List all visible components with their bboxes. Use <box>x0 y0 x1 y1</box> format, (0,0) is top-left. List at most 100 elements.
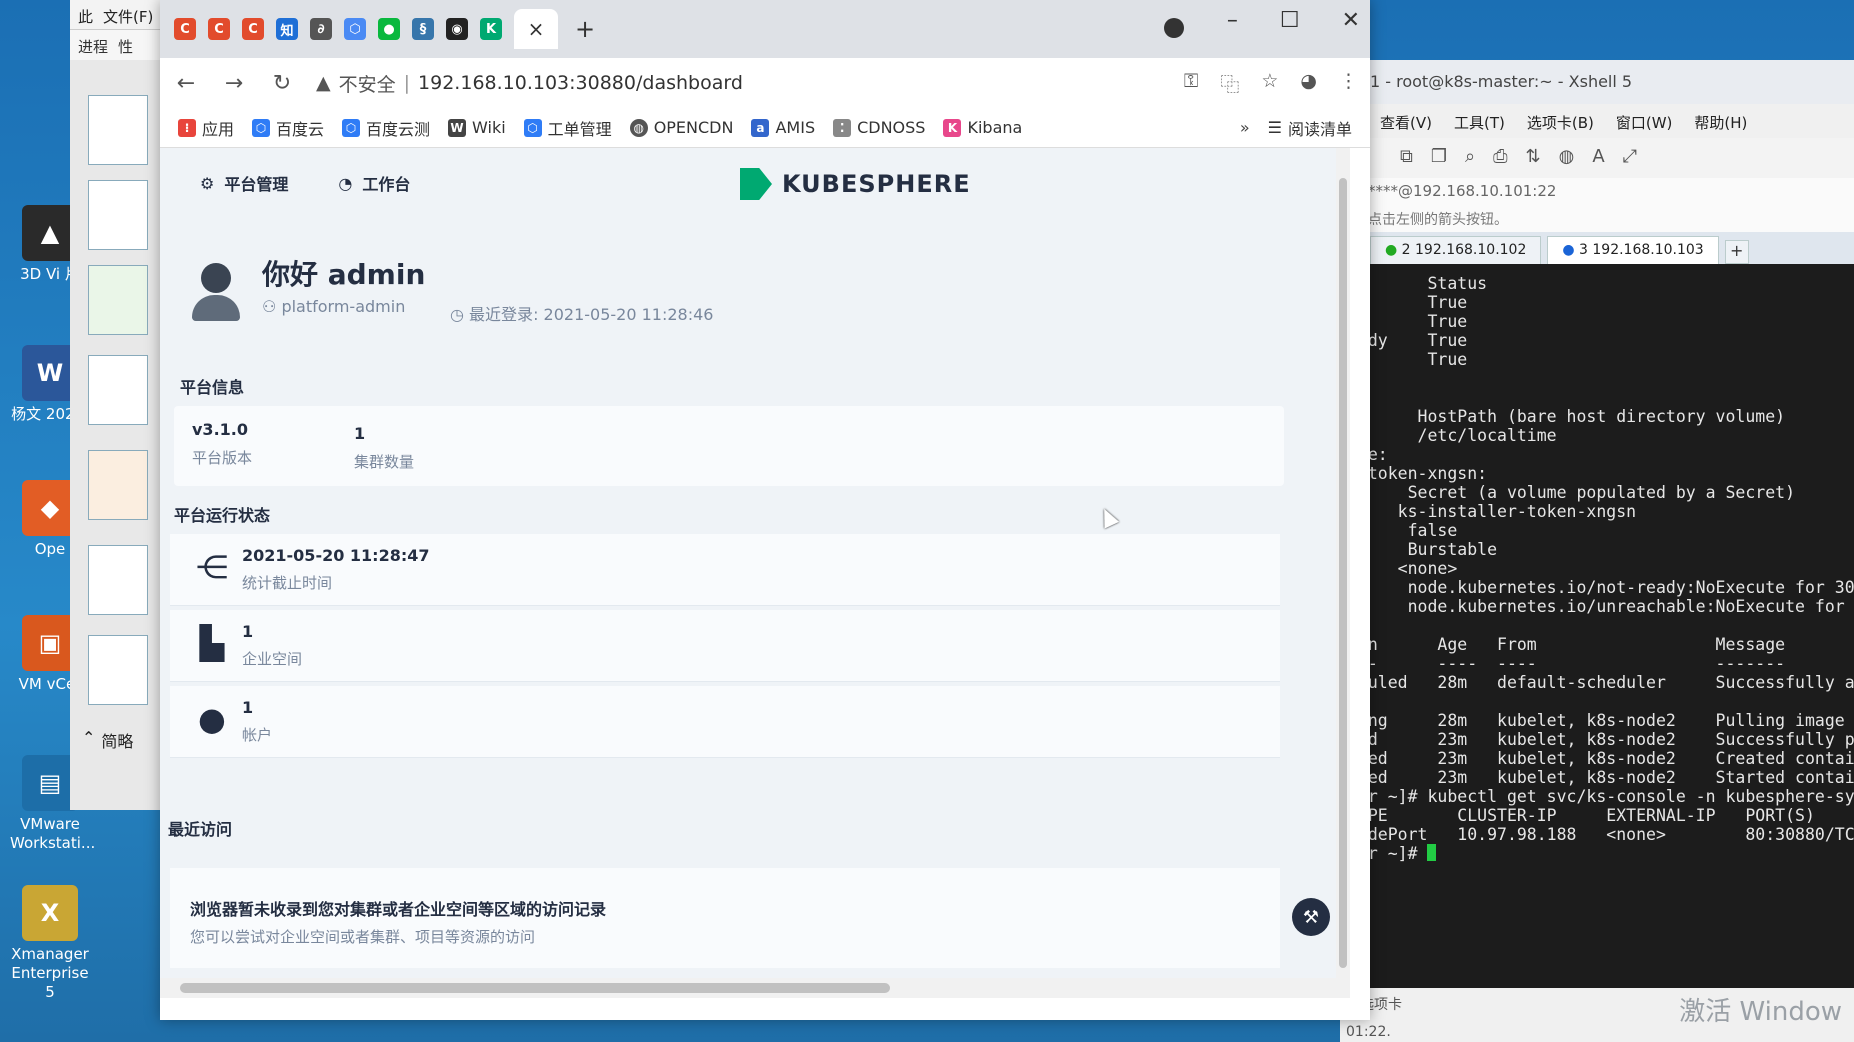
performance-mini-graph[interactable] <box>88 635 148 705</box>
reading-list-button[interactable]: ☰ 阅读清单 <box>1268 116 1352 140</box>
star-icon[interactable]: ☆ <box>1261 70 1278 97</box>
horizontal-scrollbar[interactable] <box>160 978 1350 998</box>
favicon-github-icon[interactable]: ◉ <box>446 18 468 40</box>
bookmark-ticket[interactable]: ⬡ 工单管理 <box>523 116 612 140</box>
bookmarks-overflow-button[interactable]: » <box>1240 118 1250 137</box>
kubesphere-logo-icon <box>740 168 772 200</box>
favicon-python-icon[interactable]: § <box>412 18 434 40</box>
transfer-icon[interactable]: ⇅ <box>1526 146 1541 170</box>
bookmark-opencdn[interactable]: ◍ OPENCDN <box>629 118 733 137</box>
dashboard-icon: ◔ <box>338 173 353 193</box>
nav-platform-management[interactable]: ⚙ 平台管理 <box>200 171 288 195</box>
avatar[interactable] <box>190 263 242 323</box>
bookmark-amis[interactable]: a AMIS <box>751 118 815 137</box>
menu-item[interactable]: 文件(F) <box>103 6 153 26</box>
help-button[interactable]: ⚒ <box>1292 898 1330 936</box>
menu-tools[interactable]: 工具(T) <box>1454 112 1505 132</box>
bookmark-cdnoss[interactable]: ⁚ CDNOSS <box>833 118 925 137</box>
browser-window[interactable]: C C C 知 ∂ ⬡ ● § ◉ K × + – ☐ ✕ ← → ↻ ▲ 不安… <box>160 0 1370 1020</box>
menu-window[interactable]: 窗口(W) <box>1616 112 1673 132</box>
bookmark-baiduyun-test[interactable]: ⬡ 百度云测 <box>342 116 430 140</box>
collapse-toggle[interactable]: ⌃ 简略 <box>82 728 133 752</box>
status-row-accounts[interactable]: ● 1 帐户 <box>170 686 1280 758</box>
kubesphere-logo[interactable]: KUBESPHERE <box>740 168 971 200</box>
menu-tabs[interactable]: 选项卡(B) <box>1527 112 1594 132</box>
favicon-c-icon[interactable]: C <box>174 18 196 40</box>
bookmark-kibana[interactable]: K Kibana <box>943 118 1022 137</box>
globe-icon[interactable]: ◍ <box>1559 146 1575 170</box>
favicon-c-icon[interactable]: C <box>208 18 230 40</box>
session-tab-103[interactable]: ● 3 192.168.10.103 <box>1547 236 1719 264</box>
nav-label: 平台管理 <box>224 175 289 194</box>
bookmark-baiduyun[interactable]: ⬡ 百度云 <box>252 116 324 140</box>
favicon-wechat-icon[interactable]: ● <box>378 18 400 40</box>
warning-icon[interactable]: ▲ <box>316 72 331 94</box>
version-label: 平台版本 <box>192 449 253 467</box>
translate-icon[interactable]: ⿻ <box>1220 70 1239 97</box>
font-icon[interactable]: A <box>1592 146 1604 170</box>
scrollbar-thumb[interactable] <box>180 983 890 993</box>
status-label: 帐户 <box>242 726 273 744</box>
insecure-label[interactable]: 不安全 <box>339 70 396 97</box>
performance-mini-graph[interactable] <box>88 95 148 165</box>
bookmark-label: 百度云 <box>276 119 325 139</box>
xshell-window[interactable]: 1 - root@k8s-master:~ - Xshell 5 查看(V) 工… <box>1340 60 1854 1042</box>
performance-mini-graph[interactable] <box>88 450 148 520</box>
tab-close-button[interactable]: × <box>514 9 558 49</box>
performance-mini-graph[interactable] <box>88 265 148 335</box>
account-icon[interactable]: ◕ <box>1300 70 1317 97</box>
session-address[interactable]: ****@192.168.10.101:22 <box>1340 178 1854 206</box>
terminal-line: ling 28m kubelet, k8s-node2 Pulling imag… <box>1348 711 1854 730</box>
separator: | <box>403 72 411 94</box>
new-tab-button[interactable]: + <box>570 15 600 43</box>
add-session-button[interactable]: + <box>1724 240 1749 264</box>
print-icon[interactable]: ⎙ <box>1493 146 1507 170</box>
profile-indicator-icon[interactable] <box>1164 18 1184 38</box>
reload-icon[interactable]: ↻ <box>268 71 296 96</box>
favicon-kubesphere-icon[interactable]: K <box>480 18 502 40</box>
favicon-hexagon-icon[interactable]: ⬡ <box>344 18 366 40</box>
desktop-icon-xmanager[interactable]: X Xmanager Enterprise 5 <box>10 885 90 1002</box>
platform-version: v3.1.0 平台版本 <box>192 420 252 468</box>
minimize-icon[interactable]: – <box>1227 8 1238 33</box>
forward-icon[interactable]: → <box>220 71 248 96</box>
wrench-icon: ⚒ <box>1302 906 1320 928</box>
platform-info-card: v3.1.0 平台版本 1 集群数量 <box>174 406 1284 486</box>
find-icon[interactable]: ⌕ <box>1465 146 1475 170</box>
performance-mini-graph[interactable] <box>88 545 148 615</box>
scrollbar-thumb[interactable] <box>1339 178 1347 968</box>
terminal-line: false <box>1348 521 1458 540</box>
tab-performance[interactable]: 性 <box>118 36 133 56</box>
fullscreen-icon[interactable]: ⤢ <box>1623 146 1637 170</box>
session-tab-102[interactable]: ● 2 192.168.10.102 <box>1370 236 1542 264</box>
url-text[interactable]: 192.168.10.103:30880/dashboard <box>418 72 743 94</box>
close-window-icon[interactable]: ✕ <box>1342 8 1360 33</box>
bookmark-wiki[interactable]: W Wiki <box>448 118 506 137</box>
terminal-output[interactable]: Status True True eady True d True HostPath… <box>1340 264 1854 873</box>
recent-title: 最近访问 <box>168 820 233 839</box>
status-row-workspaces[interactable]: ▙ 1 企业空间 <box>170 610 1280 682</box>
key-icon[interactable]: ⚿ <box>1184 70 1198 97</box>
vertical-scrollbar[interactable] <box>1336 148 1350 998</box>
maximize-icon[interactable]: ☐ <box>1280 8 1300 33</box>
performance-mini-graph[interactable] <box>88 355 148 425</box>
favicon-c-icon[interactable]: C <box>242 18 264 40</box>
menu-help[interactable]: 帮助(H) <box>1694 112 1747 132</box>
new-session-icon[interactable]: ⧉ <box>1400 146 1413 170</box>
menu-view[interactable]: 查看(V) <box>1380 112 1432 132</box>
greeting: 你好 admin <box>262 258 426 291</box>
menu-dots-icon[interactable]: ⋮ <box>1339 70 1358 97</box>
favicon-spiral-icon[interactable]: ∂ <box>310 18 332 40</box>
bookmark-apps[interactable]: ⁝ 应用 <box>178 116 234 140</box>
back-icon[interactable]: ← <box>172 71 200 96</box>
nav-workbench[interactable]: ◔ 工作台 <box>338 171 410 195</box>
favicon-zhihu-icon[interactable]: 知 <box>276 18 298 40</box>
address-bar[interactable]: ▲ 不安全 | 192.168.10.103:30880/dashboard <box>316 65 1164 101</box>
menu-item[interactable]: 此 <box>78 6 93 26</box>
bookmarks-bar: ⁝ 应用 ⬡ 百度云 ⬡ 百度云测 W Wiki ⬡ 工单管理 ◍ OPENCDN a AMI… <box>160 108 1370 148</box>
performance-mini-graph[interactable] <box>88 180 148 250</box>
copy-icon[interactable]: ❐ <box>1431 146 1447 170</box>
tab-processes[interactable]: 进程 <box>78 36 108 56</box>
